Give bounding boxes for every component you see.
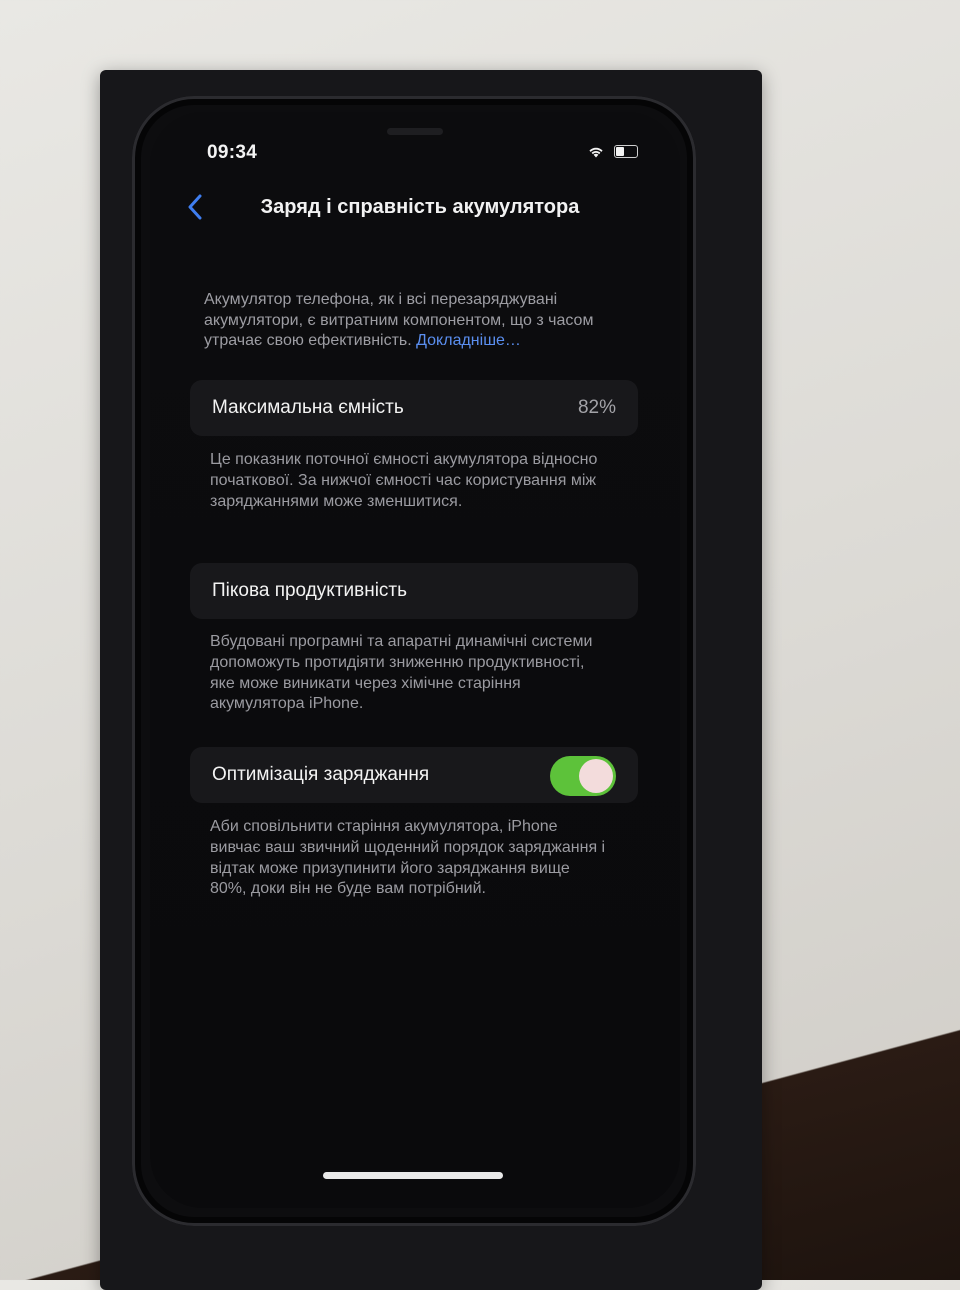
optimized-charging-toggle[interactable]: [550, 756, 616, 796]
peak-performance-row: Пікова продуктивність: [190, 563, 638, 619]
optimized-charging-row: Оптимізація заряджання: [190, 747, 638, 803]
max-capacity-description: Це показник поточної ємності акумулятора…: [210, 451, 598, 510]
max-capacity-row: Максимальна ємність 82%: [190, 380, 638, 436]
max-capacity-label: Максимальна ємність: [212, 397, 404, 418]
optimized-charging-description: Аби сповільнити старіння акумулятора, iP…: [210, 818, 606, 898]
wifi-icon: [589, 147, 603, 157]
phone-screen: 09:34 Заряд і справність акумулятора Аку…: [150, 112, 680, 1208]
peak-performance-label: Пікова продуктивність: [212, 580, 408, 601]
earpiece-speaker: [387, 128, 443, 135]
back-button[interactable]: [180, 190, 210, 224]
toggle-knob: [579, 759, 613, 793]
chevron-left-icon: [188, 194, 202, 220]
status-icons: [588, 145, 638, 158]
peak-performance-description: Вбудовані програмні та апаратні динамічн…: [210, 633, 593, 713]
home-indicator[interactable]: [323, 1172, 503, 1179]
status-time: 09:34: [207, 142, 258, 163]
intro-body: Акумулятор телефона, як і всі перезарядж…: [204, 291, 594, 349]
max-capacity-value: 82%: [577, 397, 616, 418]
optimized-charging-label: Оптимізація заряджання: [212, 764, 430, 785]
learn-more-link[interactable]: Докладніше…: [416, 332, 521, 349]
battery-icon: [614, 145, 638, 158]
intro-text: Акумулятор телефона, як і всі перезарядж…: [204, 290, 624, 352]
page-title: Заряд і справність акумулятора: [260, 196, 580, 218]
